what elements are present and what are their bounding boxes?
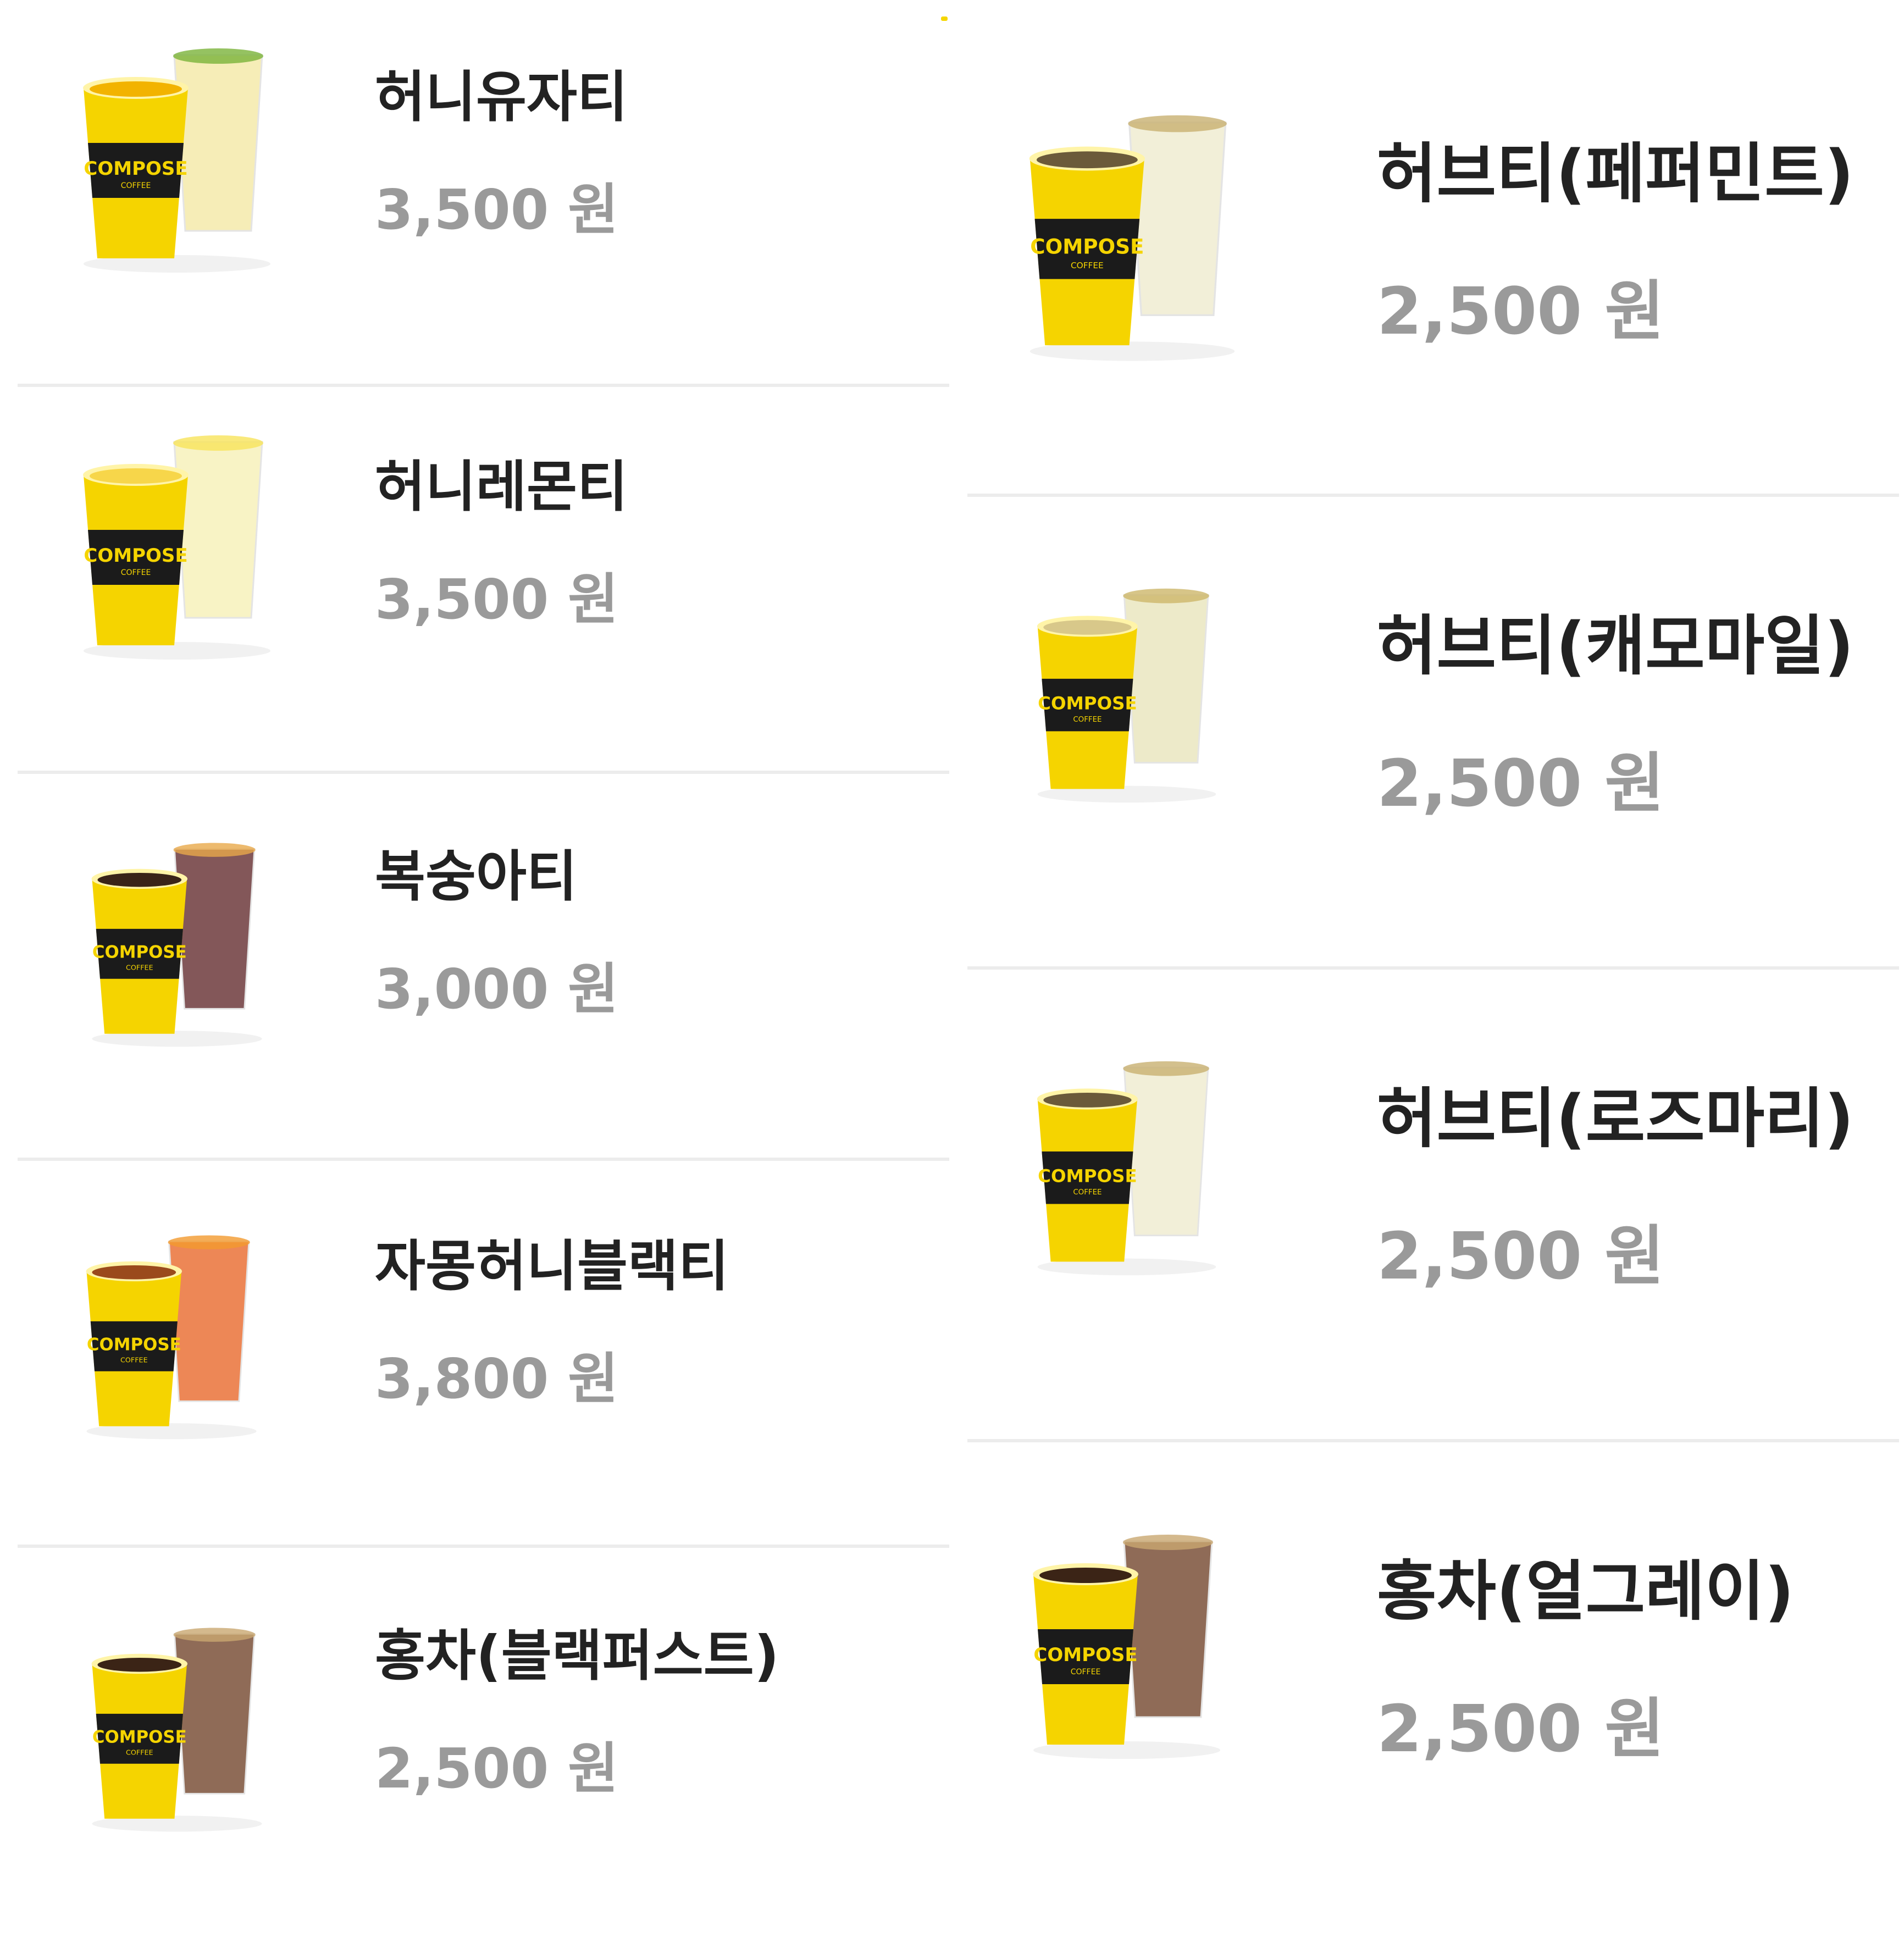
menu-item-price: 3,500 원 xyxy=(375,567,619,632)
iced-cup xyxy=(1123,1066,1209,1237)
menu-item-name: 자몽허니블랙티 xyxy=(375,1234,729,1298)
brand-logo-subtext: COFFEE xyxy=(1071,261,1104,270)
drink-cup-icon: COMPOSECOFFEE xyxy=(86,1235,257,1440)
brand-logo-text: COMPOSE xyxy=(92,943,187,962)
menu-item-price: 2,500 원 xyxy=(1377,273,1664,349)
brand-logo-text: COMPOSE xyxy=(92,1728,187,1747)
brand-logo-subtext: COFFEE xyxy=(120,1355,148,1364)
hot-cup-liquid xyxy=(1039,1568,1132,1583)
iced-cup-garnish xyxy=(173,435,263,451)
iced-cup xyxy=(1123,1540,1213,1718)
menu-item-name: 허니유자티 xyxy=(375,65,628,129)
menu-item[interactable]: COMPOSE COFFEE 홍차(얼그레이) 2,500 원 xyxy=(967,1442,1899,1937)
brand-logo-text: COMPOSE xyxy=(84,158,187,180)
brand-logo-subtext: COFFEE xyxy=(1071,1668,1101,1676)
iced-cup-garnish xyxy=(173,843,256,857)
hot-cup-liquid xyxy=(90,468,182,484)
menu-item-price: 2,500 원 xyxy=(375,1736,619,1801)
brand-logo-text: COMPOSE xyxy=(84,545,187,567)
brand-logo-subtext: COFFEE xyxy=(126,1748,153,1756)
brand-logo-text: COMPOSE xyxy=(1038,693,1137,713)
hot-cup-liquid xyxy=(90,81,182,97)
menu-item[interactable]: COMPOSE COFFEE 허니레몬티 3,500 원 xyxy=(18,387,949,774)
hot-cup-liquid xyxy=(97,873,182,887)
iced-cup-garnish xyxy=(1123,1535,1213,1550)
iced-cup xyxy=(174,848,256,1010)
menu-item-price: 3,000 원 xyxy=(375,957,619,1021)
brand-logo-subtext: COFFEE xyxy=(1073,1188,1102,1197)
iced-cup-garnish xyxy=(173,48,263,64)
brand-logo-subtext: COFFEE xyxy=(121,568,151,577)
hot-cup-liquid xyxy=(1043,1093,1132,1108)
iced-cup xyxy=(173,54,263,232)
iced-cup-garnish xyxy=(168,1235,250,1249)
drink-cup-icon: COMPOSECOFFEE xyxy=(91,1628,262,1832)
iced-cup-garnish xyxy=(1123,1061,1209,1076)
menu-column-left: COMPOSE COFFEE 허니유자티 3,500 원 COMPOSE COFFE… xyxy=(18,0,949,1935)
menu-item-name: 허니레몬티 xyxy=(375,455,628,519)
menu-item[interactable]: COMPOSE COFFEE 허브티(페퍼민트) 2,500 원 xyxy=(967,0,1899,497)
iced-cup-garnish xyxy=(1128,115,1227,132)
menu-item[interactable]: COMPOSE COFFEE 허브티(캐모마일) 2,500 원 xyxy=(967,497,1899,970)
hot-cup-liquid xyxy=(1036,151,1138,169)
menu-item[interactable]: COMPOSE COFFEE 홍차(블랙퍼스트) 2,500 원 xyxy=(18,1548,949,1935)
menu-item-name: 복숭아티 xyxy=(375,844,577,909)
iced-cup xyxy=(1128,121,1227,316)
brand-logo-text: COMPOSE xyxy=(87,1335,181,1355)
menu-item-name: 홍차(블랙퍼스트) xyxy=(375,1624,779,1688)
drink-cup-icon: COMPOSE COFFEE xyxy=(1029,115,1235,361)
menu-item-name: 허브티(로즈마리) xyxy=(1377,1081,1854,1156)
menu-item-name: 홍차(얼그레이) xyxy=(1377,1553,1795,1629)
menu-item-name: 허브티(캐모마일) xyxy=(1377,608,1854,684)
menu-item-name: 허브티(페퍼민트) xyxy=(1377,136,1854,212)
brand-logo-text: COMPOSE xyxy=(1033,1644,1137,1666)
drink-cup-icon: COMPOSE COFFEE xyxy=(1037,588,1216,803)
menu-item[interactable]: COMPOSE COFFEE 자몽허니블랙티 3,800 원 xyxy=(18,1161,949,1548)
menu-item-price: 2,500 원 xyxy=(1377,1218,1664,1294)
menu-item-price: 3,800 원 xyxy=(375,1347,619,1411)
brand-logo-text: COMPOSE xyxy=(1038,1165,1137,1186)
drink-cup-icon: COMPOSE COFFEE xyxy=(1033,1535,1220,1759)
iced-cup xyxy=(173,441,263,619)
menu-item[interactable]: COMPOSE COFFEE 허브티(로즈마리) 2,500 원 xyxy=(967,970,1899,1442)
hot-cup-liquid xyxy=(92,1265,176,1280)
iced-cup xyxy=(1123,594,1209,764)
menu-item-price: 3,500 원 xyxy=(375,178,619,242)
iced-cup xyxy=(168,1241,250,1402)
iced-cup xyxy=(174,1633,256,1795)
drink-cup-icon: COMPOSECOFFEE xyxy=(83,435,270,660)
brand-logo-text: COMPOSE xyxy=(1030,235,1144,259)
iced-cup-garnish xyxy=(173,1628,256,1642)
brand-logo-subtext: COFFEE xyxy=(126,963,153,971)
iced-cup-garnish xyxy=(1123,588,1209,604)
brand-logo-subtext: COFFEE xyxy=(121,181,151,190)
hot-cup-liquid xyxy=(1043,620,1132,635)
menu-item-price: 2,500 원 xyxy=(1377,745,1664,821)
hot-cup-liquid xyxy=(97,1658,182,1672)
menu-item-price: 2,500 원 xyxy=(1377,1691,1664,1767)
menu-column-right: COMPOSE COFFEE 허브티(페퍼민트) 2,500 원 COMPOSE C… xyxy=(967,0,1899,1937)
menu-item[interactable]: COMPOSE COFFEE 허니유자티 3,500 원 xyxy=(18,0,949,387)
drink-cup-icon: COMPOSE COFFEE xyxy=(1037,1061,1216,1276)
brand-logo-subtext: COFFEE xyxy=(1073,716,1102,724)
menu-item[interactable]: COMPOSE COFFEE 복숭아티 3,000 원 xyxy=(18,774,949,1161)
drink-cup-icon: COMPOSECOFFEE xyxy=(83,48,270,273)
drink-cup-icon: COMPOSECOFFEE xyxy=(91,843,262,1047)
